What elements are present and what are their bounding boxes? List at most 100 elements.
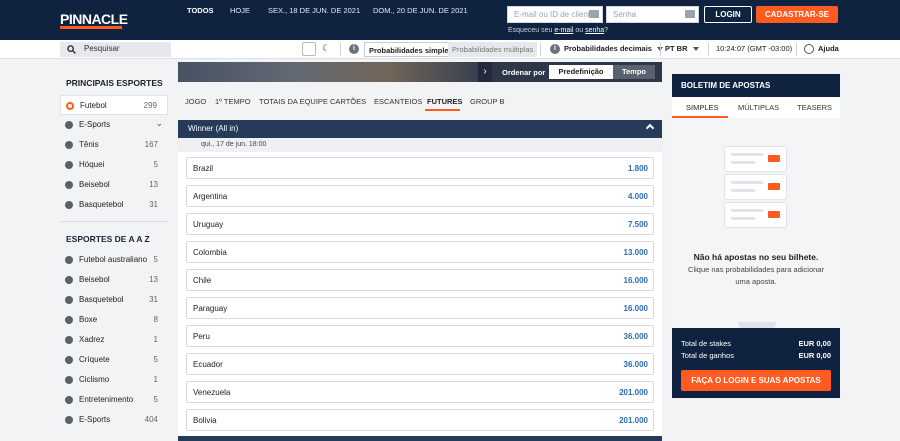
email-field[interactable]: E-mail ou ID de cliente: [507, 6, 603, 23]
tab-simples[interactable]: SIMPLES: [686, 103, 719, 112]
order-time-button[interactable]: Tempo: [613, 65, 655, 79]
language-select[interactable]: PT BR: [665, 44, 699, 53]
forgot-password-link[interactable]: senha: [585, 27, 604, 34]
moon-icon[interactable]: ☾: [322, 43, 330, 54]
odds-row[interactable]: Brazil 1.800: [186, 157, 654, 179]
sidebar-item-xadrez[interactable]: Xadrez 1: [60, 330, 168, 350]
next-market-header[interactable]: [178, 436, 662, 441]
betslip-tabs: SIMPLES MÚLTIPLAS TEASERS: [672, 97, 840, 118]
tab-teasers[interactable]: TEASERS: [797, 103, 832, 112]
sidebar-item-label: Futebol: [80, 101, 107, 110]
odds-value[interactable]: 13.000: [624, 248, 648, 257]
odds-row[interactable]: Uruguay 7.500: [186, 213, 654, 235]
sidebar-item-count: 5: [153, 255, 158, 264]
sidebar-item-label: Xadrez: [79, 335, 105, 344]
team-name: Brazil: [193, 164, 214, 173]
az-sports-title: ESPORTES DE A A Z: [66, 234, 150, 244]
baseball-icon: [65, 181, 73, 189]
tab-1-tempo[interactable]: 1º TEMPO: [215, 97, 251, 106]
odds-multiple-toggle[interactable]: Probabilidades múltiplas: [448, 42, 538, 57]
forgot-email-link[interactable]: e-mail: [554, 27, 573, 34]
odds-format-select[interactable]: Probabilidades decimais: [564, 44, 663, 53]
sidebar-item-ciclismo[interactable]: Ciclismo 1: [60, 370, 168, 390]
odds-value[interactable]: 201.000: [619, 388, 648, 397]
tab-group-b[interactable]: GROUP B: [470, 97, 504, 106]
tab-totais-equipe[interactable]: TOTAIS DA EQUIPE: [259, 97, 328, 106]
sidebar-item-label: Hóquei: [79, 160, 105, 169]
ticket-illustration-icon: [724, 202, 787, 228]
odds-value[interactable]: 36.000: [624, 360, 648, 369]
chevron-down-icon[interactable]: ⌄: [155, 118, 163, 129]
cricket-icon: [65, 356, 73, 364]
odds-value[interactable]: 201.000: [619, 416, 648, 425]
sidebar-item-label: Boxe: [79, 315, 98, 324]
odds-row[interactable]: Chile 16.000: [186, 269, 654, 291]
sidebar-item-boxe[interactable]: Boxe 8: [60, 310, 168, 330]
market-date: qui., 17 de jun. 18:00: [178, 138, 662, 152]
odds-simple-toggle[interactable]: Probabilidades simples: [364, 42, 458, 57]
boxing-glove-icon: [65, 316, 73, 324]
signup-button[interactable]: CADASTRAR-SE: [756, 6, 838, 23]
sidebar-item-label: Ciclismo: [79, 375, 110, 384]
light-mode-toggle[interactable]: [302, 42, 316, 56]
date-bar-background: [178, 62, 478, 82]
order-default-button[interactable]: Predefinição: [549, 65, 613, 79]
main-sports-title: PRINCIPAIS ESPORTES: [66, 78, 163, 88]
sidebar-item-count: 1: [153, 375, 158, 384]
info-icon[interactable]: i: [550, 44, 560, 54]
info-icon[interactable]: i: [349, 44, 359, 54]
pinnacle-logo[interactable]: PINNACLE: [60, 11, 128, 27]
sidebar-item-criquete[interactable]: Críquete 5: [60, 350, 168, 370]
date-all[interactable]: TODOS: [187, 6, 214, 15]
sidebar-item-hoquei[interactable]: Hóquei 5: [60, 155, 168, 175]
odds-value[interactable]: 16.000: [624, 304, 648, 313]
tab-jogo[interactable]: JOGO: [185, 97, 206, 106]
odds-row[interactable]: Peru 36.000: [186, 325, 654, 347]
betslip-title: BOLETIM DE APOSTAS: [672, 74, 840, 97]
login-button[interactable]: LOGIN: [704, 6, 752, 23]
odds-row[interactable]: Bolivia 201.000: [186, 409, 654, 431]
help-icon[interactable]: [804, 44, 814, 54]
odds-row[interactable]: Venezuela 201.000: [186, 381, 654, 403]
tab-multiplas[interactable]: MÚLTIPLAS: [738, 103, 779, 112]
odds-row[interactable]: Colombia 13.000: [186, 241, 654, 263]
sidebar-item-entretenimento[interactable]: Entretenimento 5: [60, 390, 168, 410]
odds-row[interactable]: Paraguay 16.000: [186, 297, 654, 319]
date-sun-20[interactable]: DOM., 20 DE JUN. DE 2021: [373, 6, 468, 15]
sidebar-item-esports[interactable]: E-Sports ⌄: [60, 115, 168, 135]
tab-futures[interactable]: FUTURES: [427, 97, 462, 106]
odds-value[interactable]: 1.800: [628, 164, 648, 173]
odds-value[interactable]: 4.000: [628, 192, 648, 201]
sidebar-item-basquetebol[interactable]: Basquetebol 31: [60, 195, 168, 215]
odds-value[interactable]: 16.000: [624, 276, 648, 285]
password-field[interactable]: Senha: [606, 6, 699, 23]
market-header[interactable]: Winner (All in): [178, 120, 662, 138]
sidebar-item-esports-az[interactable]: E-Sports 404: [60, 410, 168, 430]
forgot-prefix: Esqueceu seu: [508, 27, 555, 34]
sidebar-item-label: Beisebol: [79, 180, 110, 189]
tab-escanteios[interactable]: ESCANTEIOS: [374, 97, 422, 106]
tab-cartoes[interactable]: CARTÕES: [330, 97, 366, 106]
sidebar-item-tenis[interactable]: Tênis 167: [60, 135, 168, 155]
sidebar-item-beisebol[interactable]: Beisebol 13: [60, 175, 168, 195]
help-link[interactable]: Ajuda: [818, 44, 839, 53]
login-to-bet-button[interactable]: FAÇA O LOGIN E SUAS APOSTAS: [681, 370, 831, 391]
date-fri-18[interactable]: SEX., 18 DE JUN. DE 2021: [268, 6, 360, 15]
sidebar-item-futebol[interactable]: Futebol 299: [60, 95, 168, 115]
sidebar-item-beisebol-az[interactable]: Beisebol 13: [60, 270, 168, 290]
active-tab-indicator: [425, 109, 460, 111]
keyboard-icon[interactable]: [589, 10, 599, 18]
odds-row[interactable]: Argentina 4.000: [186, 185, 654, 207]
odds-value[interactable]: 7.500: [628, 220, 648, 229]
date-today[interactable]: HOJE: [230, 6, 250, 15]
sidebar-item-count: 5: [153, 395, 158, 404]
keyboard-icon[interactable]: [685, 10, 695, 18]
sidebar-item-futebol-australiano[interactable]: Futebol australiano 5: [60, 250, 168, 270]
search-input[interactable]: Pesquisar: [60, 42, 171, 57]
forgot-credentials: Esqueceu seu e-mail ou senha?: [508, 27, 608, 34]
odds-row[interactable]: Ecuador 36.000: [186, 353, 654, 375]
chevron-right-icon[interactable]: ›: [478, 62, 492, 82]
chevron-up-icon[interactable]: [645, 123, 655, 133]
odds-value[interactable]: 36.000: [624, 332, 648, 341]
sidebar-item-basquetebol-az[interactable]: Basquetebol 31: [60, 290, 168, 310]
